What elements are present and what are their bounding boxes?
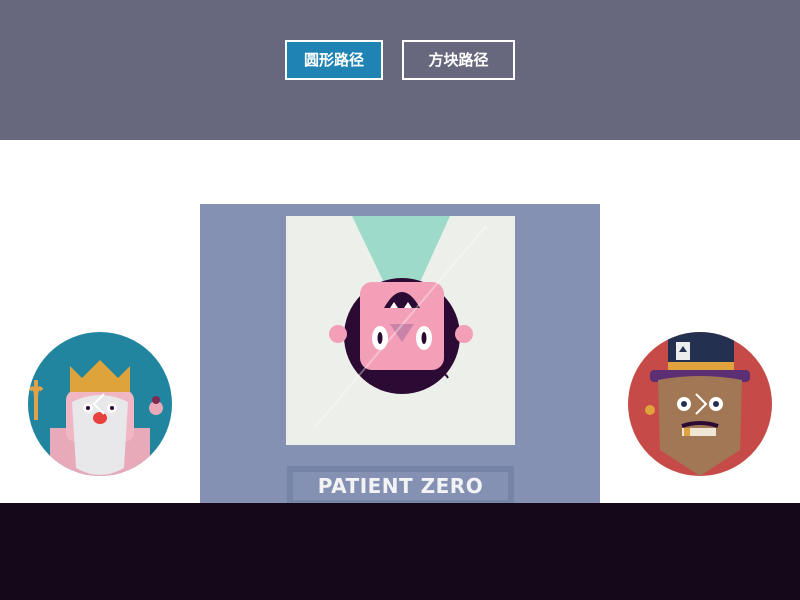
bottom-dark-bar [0,503,800,600]
card-title: PATIENT ZERO [287,466,514,506]
square-path-button[interactable]: 方块路径 [402,40,515,80]
circle-path-button[interactable]: 圆形路径 [285,40,383,80]
patient-zero-artwork [286,216,515,445]
top-header: 圆形路径 方块路径 [0,0,800,140]
chevron-left-icon[interactable] [88,392,112,416]
chevron-right-icon[interactable] [688,392,712,416]
